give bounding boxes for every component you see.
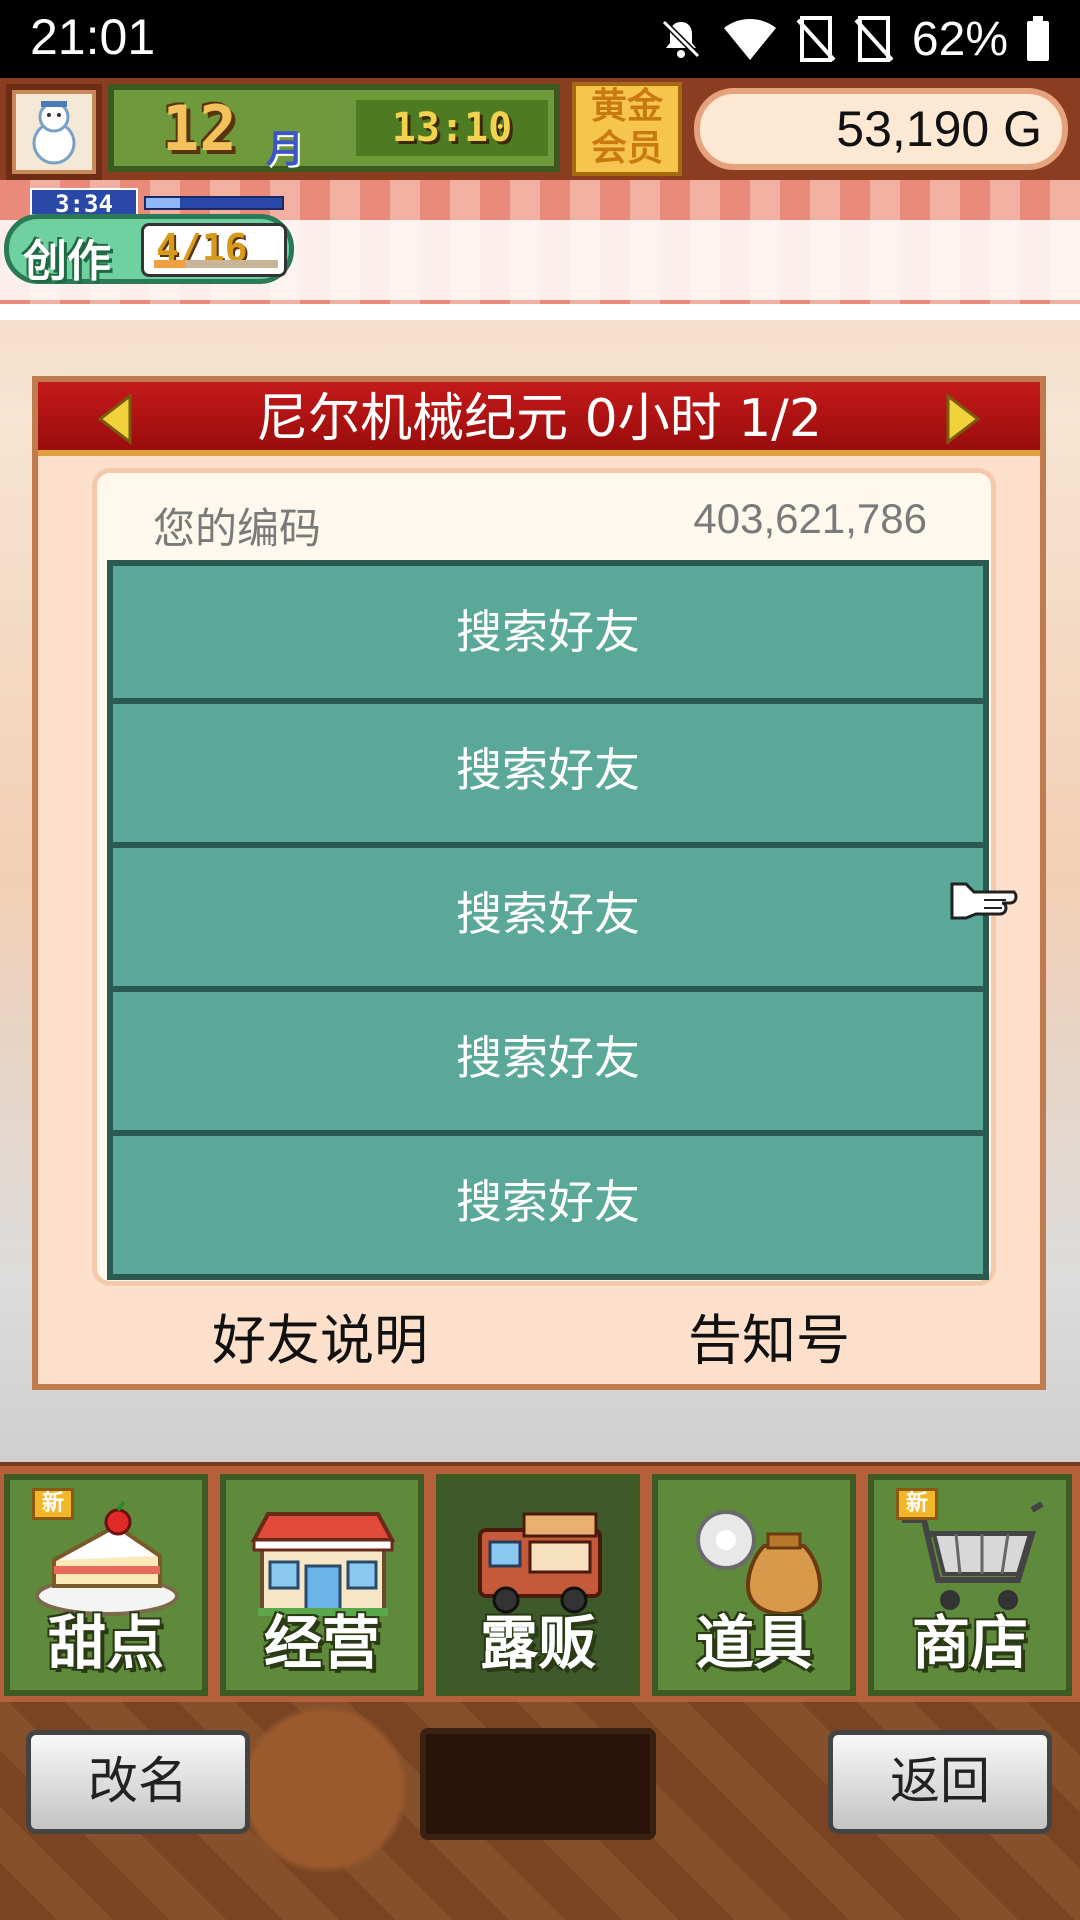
nav-stall[interactable]: 露贩 — [436, 1474, 640, 1696]
search-friend-button[interactable]: 搜索好友 — [107, 560, 989, 704]
player-avatar[interactable] — [6, 84, 102, 180]
back-button[interactable]: 返回 — [828, 1730, 1052, 1834]
create-label: 创作 — [23, 236, 111, 287]
pointing-hand-icon — [950, 882, 1018, 920]
create-count-box: 4/16 — [141, 223, 287, 277]
search-friend-button[interactable]: 搜索好友 — [107, 1136, 989, 1280]
bottom-bar: 改名 返回 — [0, 1702, 1080, 1920]
nav-store-label: 商店 — [911, 1609, 1028, 1677]
search-friend-button[interactable]: 搜索好友 — [107, 848, 989, 992]
game-clock: 13:10 — [356, 100, 548, 156]
game-hud: 12 月 13:10 黄金 会员 53,190 G — [0, 78, 1080, 180]
friend-explanation-button[interactable]: 好友说明 — [212, 1296, 428, 1375]
wifi-icon — [723, 19, 776, 60]
new-badge: 新 — [32, 1488, 74, 1520]
battery-icon — [1027, 16, 1049, 61]
create-timer-bar-fill — [146, 198, 180, 208]
gold-member-badge[interactable]: 黄金 会员 — [572, 82, 682, 176]
friend-panel: 您的编码 403,621,786 搜索好友 搜索好友 搜索好友 搜索好友 搜索好… — [92, 468, 996, 1286]
create-pill: 创作 4/16 — [4, 214, 294, 287]
nav-dessert[interactable]: 新 甜点 — [4, 1474, 208, 1696]
gold-member-label: 黄金 会员 — [590, 86, 663, 169]
create-progress-fill — [154, 260, 185, 268]
month-unit: 月 — [266, 127, 305, 171]
battery-percent: 62% — [911, 12, 1008, 66]
bottom-nav: 新 甜点 经营 露贩 道具 新 商店 — [0, 1462, 1080, 1702]
dialog-header: 尼尔机械纪元 0小时 1/2 — [38, 382, 1040, 456]
nav-stall-label: 露贩 — [479, 1609, 596, 1677]
no-sim-icon — [854, 16, 894, 62]
center-slot — [420, 1728, 656, 1840]
mute-icon — [661, 19, 701, 59]
status-time: 21:01 — [30, 9, 156, 65]
create-badge[interactable]: 3:34 创作 4/16 — [4, 188, 294, 287]
search-friend-button[interactable]: 搜索好友 — [107, 992, 989, 1136]
status-bar: 21:01 62% — [0, 0, 1080, 78]
create-timer: 3:34 — [30, 188, 138, 218]
your-code-value: 403,621,786 — [693, 495, 927, 542]
nav-store[interactable]: 新 商店 — [868, 1474, 1072, 1696]
nav-items[interactable]: 道具 — [652, 1474, 856, 1696]
snowman-icon — [32, 101, 76, 165]
create-timer-bar — [144, 196, 284, 210]
nav-dessert-label: 甜点 — [47, 1609, 164, 1677]
no-sim-icon — [796, 16, 836, 62]
search-friend-button[interactable]: 搜索好友 — [107, 704, 989, 848]
your-code-label: 您的编码 — [153, 504, 322, 553]
dialog-footer: 好友说明 告知号 — [38, 1296, 1040, 1384]
month-number: 12 — [162, 92, 237, 165]
nav-items-label: 道具 — [695, 1609, 812, 1677]
dialog-title: 尼尔机械纪元 0小时 1/2 — [256, 389, 822, 449]
notice-number-button[interactable]: 告知号 — [688, 1296, 850, 1375]
rename-button[interactable]: 改名 — [26, 1730, 250, 1834]
new-badge: 新 — [896, 1488, 938, 1520]
friends-dialog: 尼尔机械纪元 0小时 1/2 您的编码 403,621,786 搜索好友 搜索好… — [32, 376, 1046, 1390]
friend-list: 搜索好友 搜索好友 搜索好友 搜索好友 搜索好友 — [107, 560, 989, 1280]
money-display: 53,190 G — [694, 88, 1068, 170]
next-arrow-icon[interactable] — [934, 392, 988, 446]
status-icons: 62% — [658, 12, 1050, 66]
nav-management-label: 经营 — [263, 1609, 380, 1677]
calendar-panel: 12 月 13:10 — [108, 84, 560, 172]
create-progress — [154, 260, 278, 268]
nav-management[interactable]: 经营 — [220, 1474, 424, 1696]
